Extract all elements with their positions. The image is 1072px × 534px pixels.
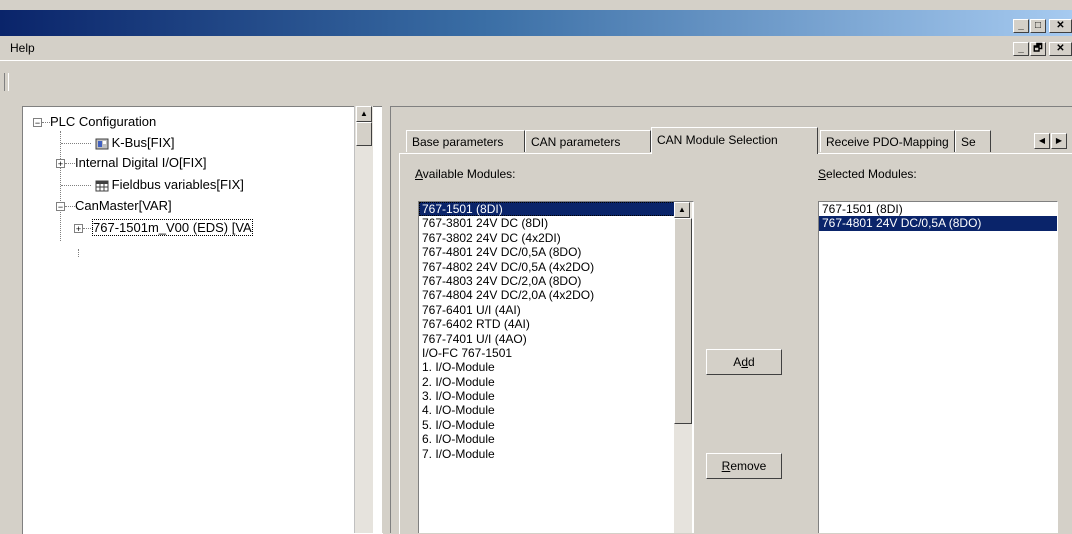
tree-node-canmaster[interactable]: − CanMaster[VAR] (56, 197, 172, 215)
maximize-icon[interactable]: □ (1030, 19, 1046, 33)
tab-send-pdo-mapping[interactable]: Se (955, 130, 991, 152)
list-item[interactable]: 4. I/O-Module (419, 403, 675, 417)
tab-can-module-selection[interactable]: CAN Module Selection (651, 127, 818, 154)
scroll-up-icon[interactable]: ▲ (674, 202, 690, 218)
selected-modules-label: Selected Modules: (818, 167, 917, 181)
mdi-restore-icon[interactable]: 🗗 (1030, 42, 1046, 56)
list-item[interactable]: 767-1501 (8DI) (819, 202, 1057, 216)
tree-node-label: PLC Configuration (50, 114, 157, 129)
list-item[interactable]: 767-6401 U/I (4AI) (419, 303, 675, 317)
tree-node-label: 767-1501m_V00 (EDS) [VA (92, 219, 253, 236)
list-item[interactable]: 767-6402 RTD (4AI) (419, 317, 675, 331)
list-item[interactable]: 1. I/O-Module (419, 360, 675, 374)
tree-node-fieldbus-variables[interactable]: Fieldbus variables[FIX] (61, 176, 244, 194)
panel-splitter[interactable] (382, 106, 391, 533)
list-item[interactable]: 767-1501 (8DI) (419, 202, 675, 217)
scrollbar-thumb[interactable] (674, 218, 692, 424)
plc-configuration-tree: − PLC Configuration K-Bus[FIX] + Internal … (22, 106, 383, 534)
tab-receive-pdo-mapping[interactable]: Receive PDO-Mapping (820, 130, 955, 152)
list-item[interactable]: 767-4804 24V DC/2,0A (4x2DO) (419, 288, 675, 302)
tree-node-label: K-Bus[FIX] (111, 135, 175, 150)
toolbar-grip[interactable] (4, 73, 9, 91)
scrollbar-thumb[interactable] (356, 122, 372, 146)
collapse-minus-icon[interactable]: − (33, 118, 42, 128)
tree-node-label: Internal Digital I/O[FIX] (75, 155, 207, 170)
tree-node-767-1501m[interactable]: +767-1501m_V00 (EDS) [VA (74, 219, 253, 237)
mdi-minimize-icon[interactable]: _ (1013, 42, 1029, 56)
expand-plus-icon[interactable]: + (74, 224, 83, 234)
module-icon (95, 138, 109, 150)
list-item[interactable]: 767-4803 24V DC/2,0A (8DO) (419, 274, 675, 288)
mdi-close-icon[interactable]: ✕ (1049, 42, 1072, 56)
list-item[interactable]: 7. I/O-Module (419, 447, 675, 461)
tab-scroll-left-icon[interactable]: ◀ (1034, 133, 1050, 149)
menu-bar: Help _ 🗗 ✕ (0, 36, 1072, 60)
list-item[interactable]: 2. I/O-Module (419, 375, 675, 389)
list-item[interactable]: 767-3802 24V DC (4x2DI) (419, 231, 675, 245)
list-item[interactable]: 767-4802 24V DC/0,5A (4x2DO) (419, 260, 675, 274)
available-modules-label: Available Modules: (415, 167, 516, 181)
tree-node-label: CanMaster[VAR] (75, 198, 172, 213)
toolbar (0, 60, 1072, 101)
add-button[interactable]: Add (706, 349, 782, 375)
list-item[interactable]: I/O-FC 767-1501 (419, 346, 675, 360)
menu-help[interactable]: Help (10, 41, 35, 55)
tab-can-parameters[interactable]: CAN parameters (525, 130, 651, 152)
tree-node-plc-configuration[interactable]: − PLC Configuration (33, 113, 156, 131)
tab-base-parameters[interactable]: Base parameters (406, 130, 525, 152)
tree-node-label: Fieldbus variables[FIX] (111, 177, 244, 192)
collapse-minus-icon[interactable]: − (56, 202, 65, 212)
tree-node-internal-digital-io[interactable]: + Internal Digital I/O[FIX] (56, 154, 207, 172)
remove-button[interactable]: Remove (706, 453, 782, 479)
table-icon (95, 180, 109, 192)
list-item[interactable]: 767-3801 24V DC (8DI) (419, 216, 675, 230)
title-bar: _ □ ✕ (0, 0, 1072, 36)
list-item[interactable]: 6. I/O-Module (419, 432, 675, 446)
available-modules-list[interactable]: 767-1501 (8DI) 767-3801 24V DC (8DI) 767-3… (418, 201, 694, 533)
tree-node-k-bus[interactable]: K-Bus[FIX] (61, 134, 174, 152)
scroll-up-icon[interactable]: ▲ (356, 106, 372, 122)
available-list-scrollbar[interactable]: ▲ (674, 202, 692, 533)
minimize-icon[interactable]: _ (1013, 19, 1029, 33)
list-item[interactable]: 767-4801 24V DC/0,5A (8DO) (419, 245, 675, 259)
selected-modules-list[interactable]: 767-1501 (8DI) 767-4801 24V DC/0,5A (8DO) (818, 201, 1058, 533)
list-item[interactable]: 767-7401 U/I (4AO) (419, 332, 675, 346)
list-item[interactable]: 3. I/O-Module (419, 389, 675, 403)
list-item[interactable]: 5. I/O-Module (419, 418, 675, 432)
tree-scrollbar[interactable]: ▲ (354, 106, 373, 533)
close-icon[interactable]: ✕ (1049, 19, 1072, 33)
list-item[interactable]: 767-4801 24V DC/0,5A (8DO) (819, 216, 1057, 231)
expand-plus-icon[interactable]: + (56, 159, 65, 169)
tab-scroll-right-icon[interactable]: ▶ (1051, 133, 1067, 149)
